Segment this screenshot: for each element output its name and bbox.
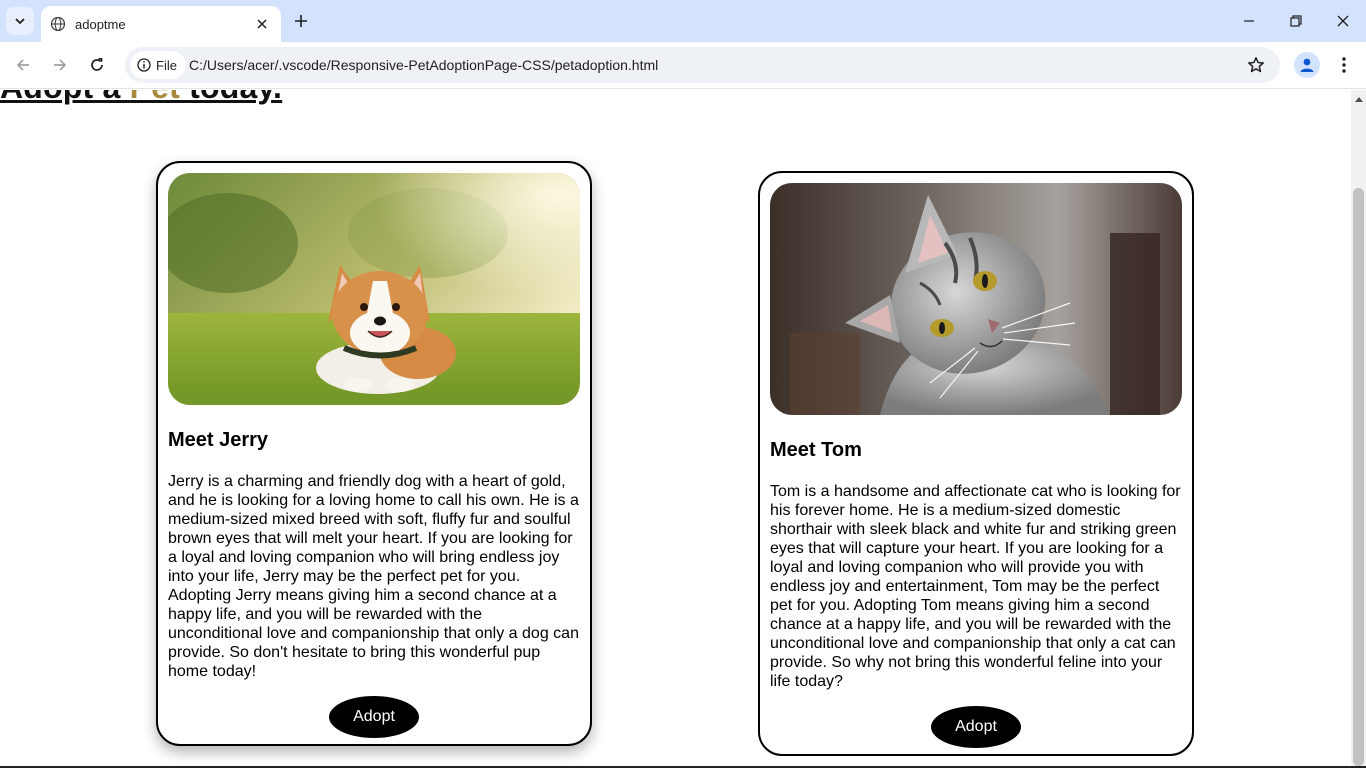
star-icon [1248, 57, 1264, 73]
bookmark-star-button[interactable] [1246, 55, 1266, 75]
heading-accent-word: Pet [130, 90, 180, 105]
reload-icon [91, 57, 103, 71]
person-icon [1300, 58, 1314, 72]
tab-search-button[interactable] [6, 7, 34, 35]
close-icon [1337, 15, 1349, 27]
vertical-scrollbar[interactable] [1351, 90, 1366, 766]
more-vertical-icon [1342, 57, 1346, 73]
pet-description: Jerry is a charming and friendly dog wit… [168, 473, 579, 680]
chevron-down-icon [15, 18, 25, 25]
adopt-tom-button[interactable]: Adopt [931, 706, 1021, 748]
arrow-right-icon [54, 59, 67, 71]
page-viewport: Adopt a Pet today. [0, 90, 1351, 766]
site-info-chip[interactable]: File [130, 51, 186, 79]
heading-text-end: today. [180, 90, 282, 105]
url-text[interactable]: C:/Users/acer/.vscode/Responsive-PetAdop… [189, 57, 658, 73]
minimize-window-button[interactable] [1226, 0, 1272, 42]
dog-photo [168, 173, 580, 405]
restore-window-button[interactable] [1273, 0, 1319, 42]
pet-card-jerry: Meet Jerry Jerry is a charming and frien… [156, 161, 592, 746]
scroll-up-arrow-icon[interactable] [1351, 92, 1366, 106]
arrow-left-icon [16, 59, 29, 71]
page-heading: Adopt a Pet today. [0, 90, 282, 106]
browser-toolbar: File C:/Users/acer/.vscode/Responsive-Pe… [0, 42, 1366, 89]
scrollbar-thumb[interactable] [1353, 188, 1364, 766]
close-window-button[interactable] [1320, 0, 1366, 42]
minimize-icon [1244, 20, 1254, 22]
browser-tab-active[interactable]: adoptme [41, 6, 281, 42]
close-tab-icon[interactable] [253, 15, 271, 33]
forward-button[interactable] [46, 51, 74, 79]
back-button[interactable] [9, 51, 37, 79]
reload-button[interactable] [83, 51, 111, 79]
tab-strip: adoptme [0, 0, 1366, 42]
plus-icon [295, 15, 307, 27]
tab-title: adoptme [75, 16, 126, 32]
cat-photo [770, 183, 1182, 415]
profile-button[interactable] [1294, 52, 1320, 78]
pet-name-heading: Meet Jerry [168, 429, 269, 451]
browser-menu-button[interactable] [1334, 54, 1354, 76]
adopt-jerry-button[interactable]: Adopt [329, 696, 419, 738]
pet-card-tom: Meet Tom Tom is a handsome and affection… [758, 171, 1194, 756]
heading-text-start: Adopt a [0, 90, 130, 105]
address-bar[interactable]: File C:/Users/acer/.vscode/Responsive-Pe… [125, 47, 1280, 83]
info-icon [137, 58, 151, 72]
new-tab-button[interactable] [289, 9, 313, 33]
site-info-label: File [156, 57, 177, 73]
pet-description: Tom is a handsome and affectionate cat w… [770, 483, 1181, 690]
pet-name-heading: Meet Tom [770, 439, 862, 461]
globe-icon [50, 16, 66, 32]
restore-icon [1290, 15, 1302, 27]
